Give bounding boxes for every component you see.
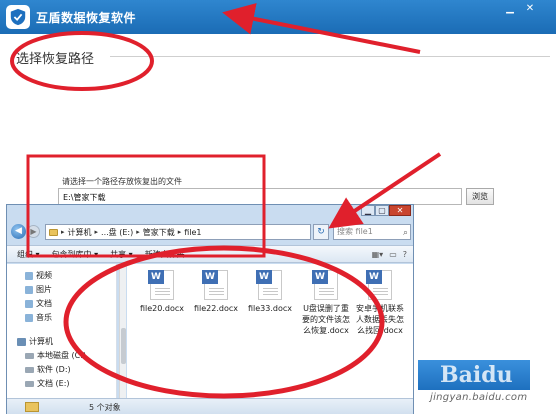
shield-check-icon xyxy=(6,5,30,29)
sidebar-item-documents[interactable]: 文档 xyxy=(25,298,52,309)
drive-icon xyxy=(25,366,34,373)
sidebar-item-label: 视频 xyxy=(36,271,52,280)
library-icon xyxy=(25,313,33,322)
sidebar-item-drive-d[interactable]: 软件 (D:) xyxy=(25,364,71,375)
sidebar-item-label: 计算机 xyxy=(29,337,53,346)
breadcrumb-downloads[interactable]: 管家下载 xyxy=(143,227,175,238)
breadcrumb-computer[interactable]: 计算机 xyxy=(68,227,92,238)
computer-icon xyxy=(17,337,26,346)
folder-icon xyxy=(49,228,58,236)
file-item[interactable]: W U盘误删了重要的文件该怎么恢复.docx xyxy=(301,270,351,336)
sidebar-item-label: 音乐 xyxy=(36,313,52,322)
folder-icon xyxy=(25,402,39,412)
dialog-close-button[interactable]: ✕ xyxy=(389,205,411,216)
dialog-minimize-button[interactable]: ▁ xyxy=(361,205,375,216)
breadcrumb-drive[interactable]: ...盘 (E:) xyxy=(101,227,133,238)
app-title: 互盾数据恢复软件 xyxy=(36,11,137,25)
word-doc-icon: W xyxy=(366,270,392,300)
word-doc-icon: W xyxy=(256,270,282,300)
word-doc-icon: W xyxy=(312,270,338,300)
status-count: 5 个对象 xyxy=(89,403,121,412)
minimize-button[interactable]: ▁ xyxy=(502,2,518,16)
watermark-text: jingyan.baidu.com xyxy=(430,392,528,403)
sidebar-item-label: 本地磁盘 (C:) xyxy=(37,351,87,360)
section-title: 选择恢复路径 xyxy=(16,52,95,67)
breadcrumb-separator: ▸ xyxy=(177,228,182,236)
dialog-title-bar: ▁ ▢ ✕ xyxy=(7,205,413,219)
navigation-pane: 视频 图片 文档 音乐 计算机 本地磁盘 (C:) 软件 (D:) 文档 (E:… xyxy=(7,264,117,398)
baidu-watermark-logo: Baidu xyxy=(440,362,513,388)
address-bar[interactable]: ▸ 计算机 ▸ ...盘 (E:) ▸ 管家下载 ▸ file1 xyxy=(45,224,311,240)
folder-browser-dialog: ▁ ▢ ✕ ◀ ▶ ▸ 计算机 ▸ ...盘 (E:) ▸ 管家下载 ▸ fil… xyxy=(6,204,414,414)
sidebar-item-music[interactable]: 音乐 xyxy=(25,312,52,323)
include-in-library-button[interactable]: 包含到库中 ▾ xyxy=(52,249,99,260)
library-icon xyxy=(25,271,33,280)
sidebar-item-pictures[interactable]: 图片 xyxy=(25,284,52,295)
dialog-toolbar: 组织 ▾ 包含到库中 ▾ 共享 ▾ 新建文件夹 ▦▾ ▭ ? xyxy=(7,245,413,263)
breadcrumb-separator: ▸ xyxy=(136,228,140,236)
file-name: file20.docx xyxy=(139,304,184,313)
refresh-icon[interactable]: ↻ xyxy=(313,224,329,240)
word-doc-icon: W xyxy=(148,270,174,300)
close-button[interactable]: ✕ xyxy=(522,2,538,16)
help-icon[interactable]: ? xyxy=(403,250,407,259)
file-name: file33.docx xyxy=(247,304,292,313)
file-item[interactable]: W file33.docx xyxy=(245,270,295,314)
navigation-bar: ◀ ▶ ▸ 计算机 ▸ ...盘 (E:) ▸ 管家下载 ▸ file1 ↻ 搜… xyxy=(7,221,413,243)
file-item[interactable]: W file20.docx xyxy=(137,270,187,314)
sidebar-item-label: 文档 (E:) xyxy=(37,379,70,388)
breadcrumb-file1[interactable]: file1 xyxy=(184,228,201,237)
sidebar-item-videos[interactable]: 视频 xyxy=(25,270,52,281)
path-input[interactable]: E:\管家下载 xyxy=(58,188,462,205)
file-name: 安卓手机联系人数据丢失怎么找回.docx xyxy=(356,304,404,335)
sidebar-item-label: 软件 (D:) xyxy=(37,365,71,374)
search-input[interactable]: 搜索 file1 ⌕ xyxy=(333,224,411,240)
scrollbar-thumb[interactable] xyxy=(121,328,126,364)
sidebar-item-computer[interactable]: 计算机 xyxy=(17,336,53,347)
path-prompt: 请选择一个路径存放恢复出的文件 xyxy=(62,177,182,186)
new-folder-button[interactable]: 新建文件夹 xyxy=(145,249,185,260)
file-item[interactable]: W file22.docx xyxy=(191,270,241,314)
back-arrow-icon[interactable]: ◀ xyxy=(11,224,26,239)
sidebar-item-drive-e[interactable]: 文档 (E:) xyxy=(25,378,70,389)
library-icon xyxy=(25,299,33,308)
sidebar-item-drive-c[interactable]: 本地磁盘 (C:) xyxy=(25,350,86,361)
title-bar: 互盾数据恢复软件 ▁ ✕ xyxy=(0,0,556,34)
file-list: W file20.docx W file22.docx W file33.doc… xyxy=(127,264,413,398)
section-divider xyxy=(110,56,550,57)
view-mode-icon[interactable]: ▦▾ xyxy=(372,250,384,259)
library-icon xyxy=(25,285,33,294)
sidebar-item-label: 图片 xyxy=(36,285,52,294)
sidebar-item-label: 文档 xyxy=(36,299,52,308)
search-placeholder: 搜索 file1 xyxy=(337,227,373,236)
file-name: U盘误删了重要的文件该怎么恢复.docx xyxy=(302,304,350,335)
view-controls: ▦▾ ▭ ? xyxy=(372,250,407,259)
breadcrumb-separator: ▸ xyxy=(94,228,99,236)
browse-button[interactable]: 浏览 xyxy=(466,188,494,205)
drive-icon xyxy=(25,352,34,359)
file-item[interactable]: W 安卓手机联系人数据丢失怎么找回.docx xyxy=(355,270,405,336)
forward-arrow-icon[interactable]: ▶ xyxy=(27,225,40,238)
file-name: file22.docx xyxy=(193,304,238,313)
preview-pane-icon[interactable]: ▭ xyxy=(389,250,397,259)
organize-button[interactable]: 组织 ▾ xyxy=(17,249,40,260)
status-bar: 5 个对象 xyxy=(7,398,413,414)
search-icon: ⌕ xyxy=(402,228,408,238)
sidebar-scrollbar[interactable] xyxy=(119,264,126,398)
drive-icon xyxy=(25,380,34,387)
share-button[interactable]: 共享 ▾ xyxy=(110,249,133,260)
dialog-maximize-button[interactable]: ▢ xyxy=(375,205,389,216)
word-doc-icon: W xyxy=(202,270,228,300)
breadcrumb-separator: ▸ xyxy=(61,228,65,236)
